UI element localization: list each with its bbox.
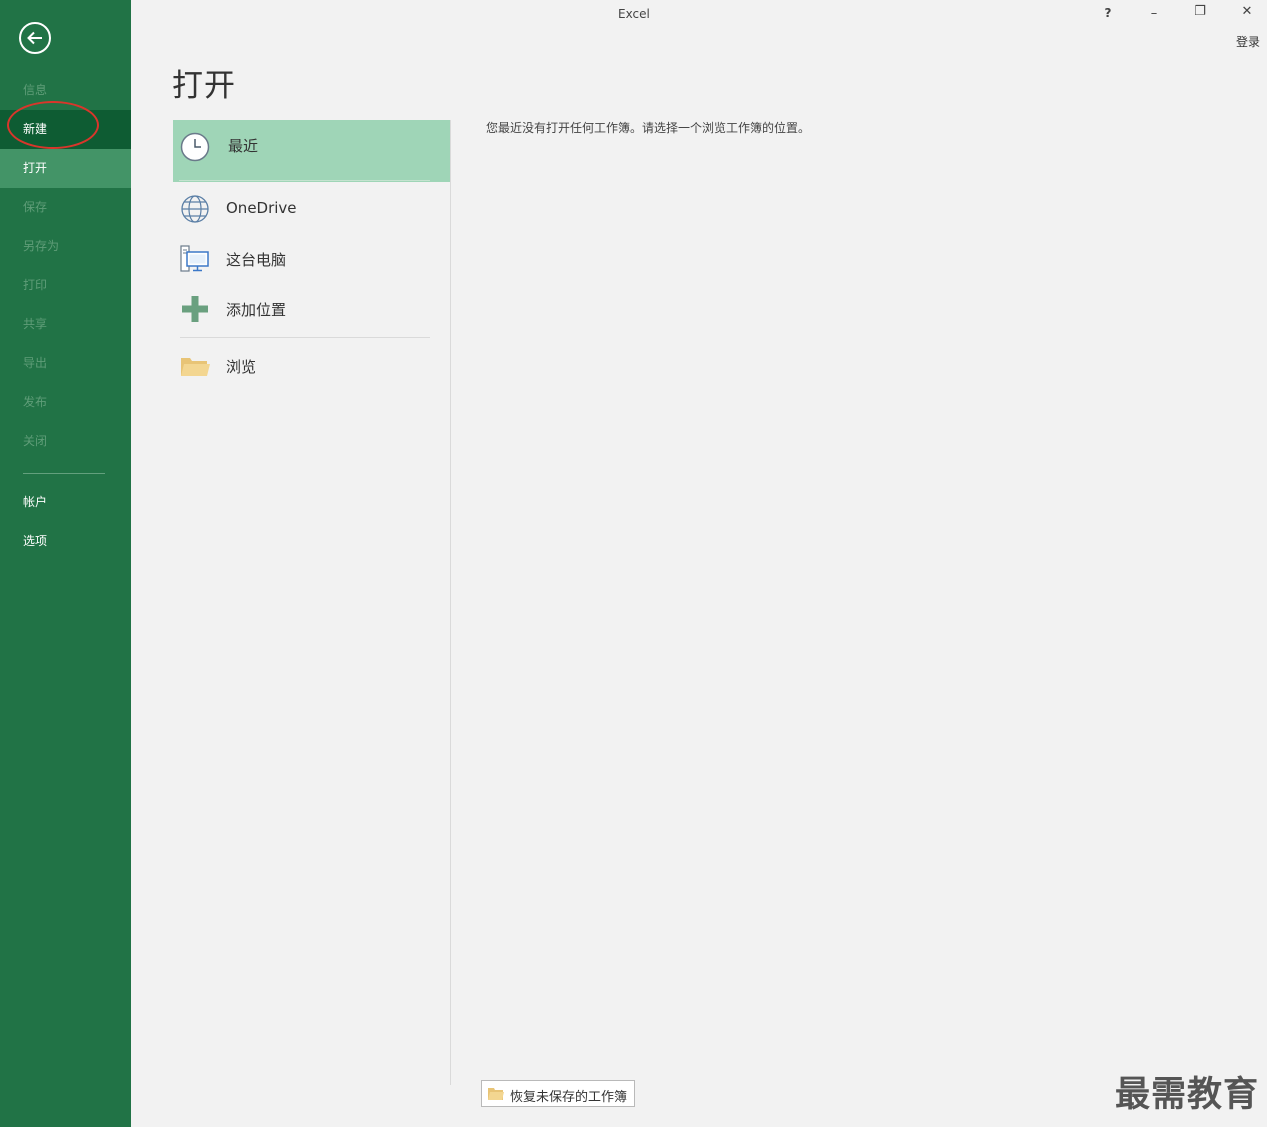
nav-print[interactable]: 打印 — [0, 266, 131, 305]
window-title: Excel — [618, 7, 650, 21]
clock-icon — [180, 132, 210, 162]
close-button[interactable]: ✕ — [1237, 4, 1257, 19]
nav-save[interactable]: 保存 — [0, 188, 131, 227]
back-button[interactable] — [19, 22, 51, 54]
watermark: 最需教育 — [1115, 1075, 1260, 1115]
location-label: OneDrive — [226, 199, 297, 217]
page-title: 打开 — [172, 68, 236, 104]
location-add-place[interactable]: 添加位置 — [173, 284, 450, 334]
nav-publish[interactable]: 发布 — [0, 383, 131, 422]
folder-icon — [488, 1088, 504, 1100]
location-divider — [180, 337, 430, 338]
pane-divider — [450, 120, 451, 1085]
nav-export[interactable]: 导出 — [0, 344, 131, 383]
nav-options[interactable]: 选项 — [0, 522, 131, 561]
folder-icon — [181, 358, 210, 376]
location-recent[interactable]: 最近 — [173, 120, 450, 182]
location-label: 最近 — [228, 137, 259, 155]
location-label: 浏览 — [226, 358, 257, 376]
location-label: 这台电脑 — [226, 251, 287, 269]
minimize-button[interactable]: – — [1144, 6, 1164, 21]
sidebar-divider — [23, 473, 105, 474]
nav-account[interactable]: 帐户 — [0, 483, 131, 522]
nav-open[interactable]: 打开 — [0, 149, 131, 188]
restore-button[interactable]: ❐ — [1190, 4, 1210, 19]
location-underline — [179, 180, 430, 181]
computer-icon — [180, 245, 209, 272]
location-browse[interactable]: 浏览 — [173, 341, 450, 391]
signin-link[interactable]: 登录 — [1236, 33, 1260, 50]
no-recent-message: 您最近没有打开任何工作簿。请选择一个浏览工作簿的位置。 — [486, 121, 811, 135]
arrow-left-icon — [27, 31, 42, 45]
nav-save-as[interactable]: 另存为 — [0, 227, 131, 266]
globe-icon — [181, 195, 209, 223]
location-this-pc[interactable]: 这台电脑 — [173, 234, 450, 284]
nav-close[interactable]: 关闭 — [0, 422, 131, 461]
nav-share[interactable]: 共享 — [0, 305, 131, 344]
recover-unsaved-button[interactable]: 恢复未保存的工作簿 — [481, 1080, 635, 1107]
backstage-sidebar: 信息 新建 打开 保存 另存为 打印 共享 导出 发布 关闭 帐户 选项 — [0, 0, 131, 1127]
recover-button-label: 恢复未保存的工作簿 — [510, 1090, 628, 1105]
location-onedrive[interactable]: OneDrive — [173, 184, 450, 234]
help-button[interactable]: ? — [1098, 6, 1118, 20]
annotation-circle — [7, 101, 99, 149]
location-label: 添加位置 — [226, 301, 287, 319]
plus-icon — [182, 296, 208, 322]
